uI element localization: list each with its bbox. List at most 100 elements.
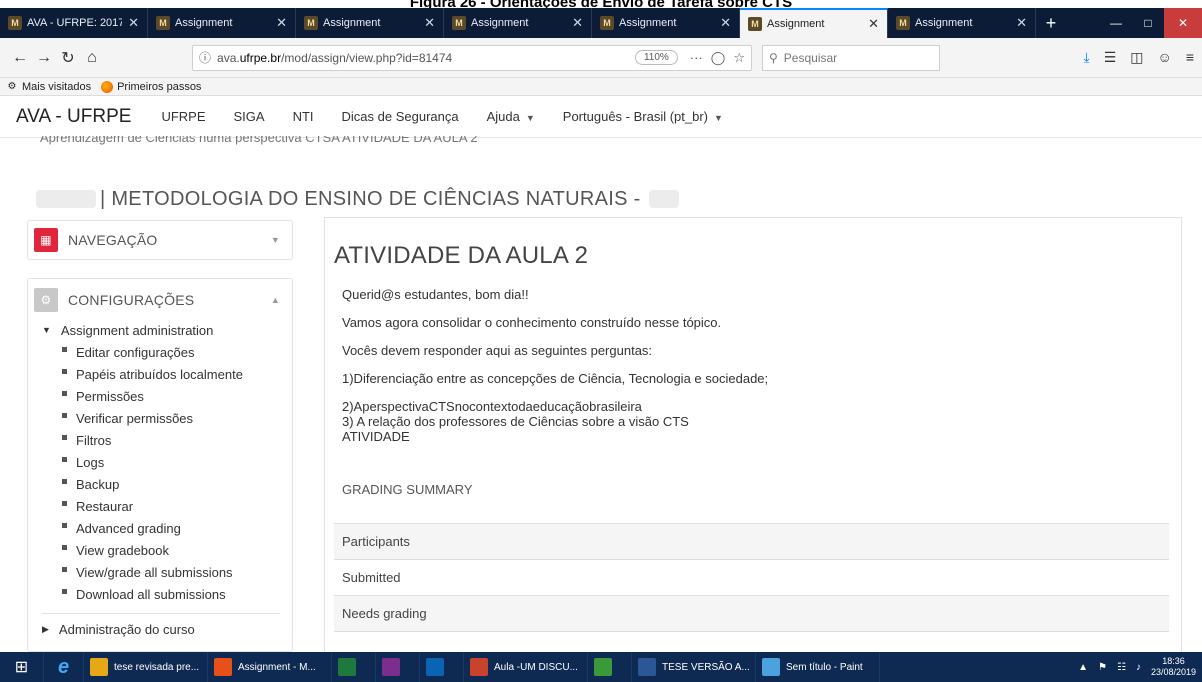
settings-link[interactable]: Download all submissions	[42, 583, 292, 605]
course-title: | METODOLOGIA DO ENSINO DE CIÊNCIAS NATU…	[100, 187, 641, 210]
taskbar-app[interactable]	[332, 652, 376, 682]
browser-tab[interactable]: M AVA - UFRPE: 2017.2 ✕	[0, 8, 148, 38]
app-icon	[638, 658, 656, 676]
nav-ufrpe[interactable]: UFRPE	[161, 109, 205, 124]
browser-tab[interactable]: M Assignment ✕	[296, 8, 444, 38]
close-tab-icon[interactable]: ✕	[276, 15, 287, 31]
moodle-favicon-icon: M	[896, 16, 910, 30]
taskbar-app[interactable]: Aula -UM DISCU...	[464, 652, 588, 682]
site-brand[interactable]: AVA - UFRPE	[16, 106, 131, 128]
app-icon	[470, 658, 488, 676]
taskbar-app[interactable]	[376, 652, 420, 682]
question-3: 3) A relação dos professores de Ciências…	[342, 414, 689, 429]
volume-icon[interactable]: ♪	[1136, 662, 1141, 673]
settings-link[interactable]: Restaurar	[42, 495, 292, 517]
minimize-button[interactable]: —	[1100, 8, 1132, 38]
settings-block-header[interactable]: ⚙ CONFIGURAÇÕES ▲	[28, 283, 292, 317]
browser-tab[interactable]: M Assignment ✕	[148, 8, 296, 38]
bookmark-getting-started[interactable]: Primeiros passos	[117, 81, 201, 93]
navigation-block-header[interactable]: ▦ NAVEGAÇÃO ▼	[28, 223, 292, 257]
menu-icon[interactable]: ≡	[1186, 49, 1194, 66]
pocket-icon[interactable]: ◯	[711, 50, 726, 66]
new-tab-button[interactable]: +	[1036, 8, 1066, 38]
activity-label: ATIVIDADE	[342, 429, 410, 444]
bullet-icon	[62, 566, 67, 572]
taskbar-app-label: Assignment - M...	[238, 661, 316, 673]
settings-link[interactable]: View gradebook	[42, 539, 292, 561]
nav-siga[interactable]: SIGA	[234, 109, 265, 124]
download-icon[interactable]: ⤓	[1084, 49, 1090, 66]
network-icon[interactable]: ☷	[1117, 662, 1126, 673]
moodle-favicon-icon: M	[748, 17, 762, 31]
settings-link-label: Permissões	[76, 388, 144, 404]
maximize-button[interactable]: □	[1132, 8, 1164, 38]
close-window-button[interactable]: ✕	[1164, 8, 1202, 38]
close-tab-icon[interactable]: ✕	[128, 15, 139, 31]
internet-explorer-icon[interactable]: e	[44, 652, 84, 682]
sitemap-icon: ▦	[34, 228, 58, 252]
settings-link[interactable]: Backup	[42, 473, 292, 495]
taskbar-app[interactable]: TESE VERSÃO A...	[632, 652, 756, 682]
taskbar-app[interactable]	[588, 652, 632, 682]
settings-link[interactable]: Logs	[42, 451, 292, 473]
start-button[interactable]: ⊞	[0, 652, 44, 682]
browser-tab[interactable]: M Assignment ✕	[888, 8, 1036, 38]
taskbar-app[interactable]: Assignment - M...	[208, 652, 332, 682]
sidebar-icon[interactable]: ◫	[1130, 49, 1143, 66]
zoom-indicator[interactable]: 110%	[634, 50, 678, 65]
settings-link[interactable]: Permissões	[42, 385, 292, 407]
assignment-content: ATIVIDADE DA AULA 2 Querid@s estudantes,…	[324, 217, 1182, 657]
window-controls: — □ ✕	[1100, 8, 1202, 38]
settings-link[interactable]: Verificar permissões	[42, 407, 292, 429]
settings-link[interactable]: View/grade all submissions	[42, 561, 292, 583]
reload-icon[interactable]: ↻	[56, 46, 80, 70]
settings-link[interactable]: Filtros	[42, 429, 292, 451]
course-admin-node[interactable]: ▶ Administração do curso	[42, 618, 292, 640]
taskbar-app[interactable]	[420, 652, 464, 682]
browser-tab[interactable]: M Assignment ✕	[444, 8, 592, 38]
close-tab-icon[interactable]: ✕	[572, 15, 583, 31]
page-actions-icon[interactable]: ···	[690, 50, 703, 66]
bookmark-star-icon[interactable]: ☆	[733, 50, 745, 66]
bookmark-most-visited[interactable]: Mais visitados	[22, 81, 91, 93]
chevron-down-icon[interactable]: ▼	[271, 235, 280, 245]
tray-up-arrow-icon[interactable]: ▲	[1078, 662, 1088, 673]
account-icon[interactable]: ☺	[1158, 49, 1172, 66]
close-tab-icon[interactable]: ✕	[1016, 15, 1027, 31]
settings-link[interactable]: Papéis atribuídos localmente	[42, 363, 292, 385]
tab-title: Assignment	[619, 17, 677, 29]
moodle-favicon-icon: M	[304, 16, 318, 30]
close-tab-icon[interactable]: ✕	[424, 15, 435, 31]
search-box[interactable]: ⚲ Pesquisar	[762, 44, 940, 71]
library-icon[interactable]: ☰	[1104, 49, 1117, 66]
language-menu[interactable]: Português - Brasil (pt_br) ▼	[563, 109, 723, 124]
moodle-favicon-icon: M	[600, 16, 614, 30]
forward-icon[interactable]: →	[32, 46, 56, 70]
taskbar-app[interactable]: tese revisada pre...	[84, 652, 208, 682]
chevron-up-icon[interactable]: ▲	[271, 295, 280, 305]
bullet-icon	[62, 412, 67, 418]
settings-link-label: View gradebook	[76, 542, 169, 558]
settings-link[interactable]: Advanced grading	[42, 517, 292, 539]
flag-icon[interactable]: ⚑	[1098, 662, 1107, 673]
moodle-favicon-icon: M	[452, 16, 466, 30]
clock[interactable]: 18:36 23/08/2019	[1151, 656, 1196, 678]
breadcrumb[interactable]: Aprendizagem de Ciências numa perspectiv…	[40, 136, 640, 146]
assignment-admin-node[interactable]: ▼ Assignment administration	[42, 319, 292, 341]
nav-dicas-seguranca[interactable]: Dicas de Segurança	[342, 109, 459, 124]
taskbar-app[interactable]: Sem título - Paint	[756, 652, 880, 682]
info-icon[interactable]: ⓘ	[199, 49, 211, 66]
browser-tab[interactable]: M Assignment ✕	[592, 8, 740, 38]
back-icon[interactable]: ←	[8, 46, 32, 70]
nav-nti[interactable]: NTI	[293, 109, 314, 124]
settings-link-label: Verificar permissões	[76, 410, 194, 426]
url-bar[interactable]: ⓘ ava.ufrpe.br/mod/assign/view.php?id=81…	[192, 44, 752, 71]
grading-summary-heading: GRADING SUMMARY	[342, 482, 473, 497]
settings-link[interactable]: Editar configurações	[42, 341, 292, 363]
nav-help-menu[interactable]: Ajuda ▼	[487, 109, 535, 124]
close-tab-icon[interactable]: ✕	[868, 16, 879, 32]
close-tab-icon[interactable]: ✕	[720, 15, 731, 31]
browser-tab[interactable]: M Assignment ✕	[740, 8, 888, 38]
assignment-admin-list: Editar configurações Papéis atribuídos lo…	[42, 341, 292, 605]
home-icon[interactable]: ⌂	[80, 46, 104, 70]
